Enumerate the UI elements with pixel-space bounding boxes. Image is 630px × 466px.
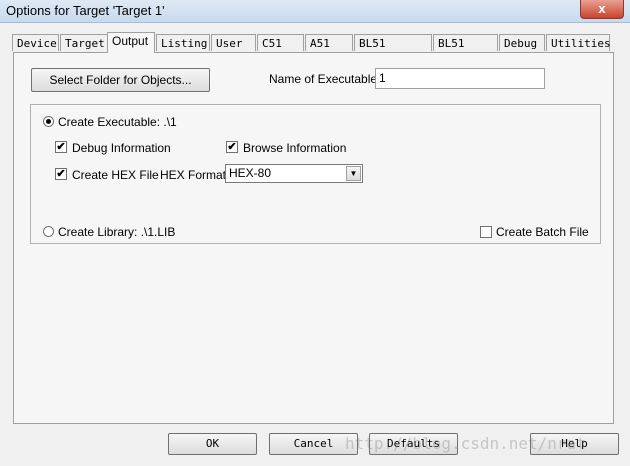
- tab-c51[interactable]: C51: [257, 34, 304, 51]
- create-executable-radio[interactable]: [43, 116, 54, 127]
- chevron-down-icon[interactable]: ▼: [346, 166, 361, 181]
- hex-format-value: HEX-80: [229, 166, 272, 180]
- hex-format-label: HEX Format:: [160, 168, 230, 182]
- hex-format-select[interactable]: HEX-80 ▼: [225, 164, 363, 183]
- close-button[interactable]: x: [580, 0, 624, 19]
- tab-target[interactable]: Target: [60, 34, 108, 51]
- debug-info-checkbox[interactable]: ✔: [55, 141, 67, 153]
- tab-user[interactable]: User: [211, 34, 256, 51]
- name-exec-input[interactable]: 1: [375, 68, 545, 89]
- watermark: http://blog.csdn.net/nrat: [345, 434, 586, 453]
- tab-bl51-misc[interactable]: BL51 Misc: [433, 34, 498, 67]
- tab-utilities[interactable]: Utilities: [546, 34, 611, 51]
- debug-info-label: Debug Information: [72, 141, 171, 155]
- tab-debug[interactable]: Debug: [499, 34, 545, 51]
- title-bar: Options for Target 'Target 1' x: [0, 0, 630, 23]
- tab-output[interactable]: Output: [107, 32, 155, 53]
- browse-info-label: Browse Information: [243, 141, 347, 155]
- create-batch-checkbox[interactable]: [480, 226, 492, 238]
- tab-device[interactable]: Device: [12, 34, 59, 51]
- browse-info-checkbox[interactable]: ✔: [226, 141, 238, 153]
- tab-listing[interactable]: Listing: [156, 34, 210, 51]
- create-library-radio[interactable]: [43, 226, 54, 237]
- name-exec-label: Name of Executable:: [269, 72, 381, 86]
- create-hex-checkbox[interactable]: ✔: [55, 168, 67, 180]
- tab-a51[interactable]: A51: [305, 34, 353, 51]
- create-executable-label: Create Executable: .\1: [58, 115, 177, 129]
- ok-button[interactable]: OK: [168, 433, 257, 455]
- create-hex-label: Create HEX File: [72, 168, 159, 182]
- tab-bl51-locate[interactable]: BL51 Locate: [354, 34, 432, 67]
- create-batch-label: Create Batch File: [496, 225, 589, 239]
- window-title: Options for Target 'Target 1': [6, 3, 165, 18]
- create-library-label: Create Library: .\1.LIB: [58, 225, 176, 239]
- select-folder-button[interactable]: Select Folder for Objects...: [31, 68, 210, 92]
